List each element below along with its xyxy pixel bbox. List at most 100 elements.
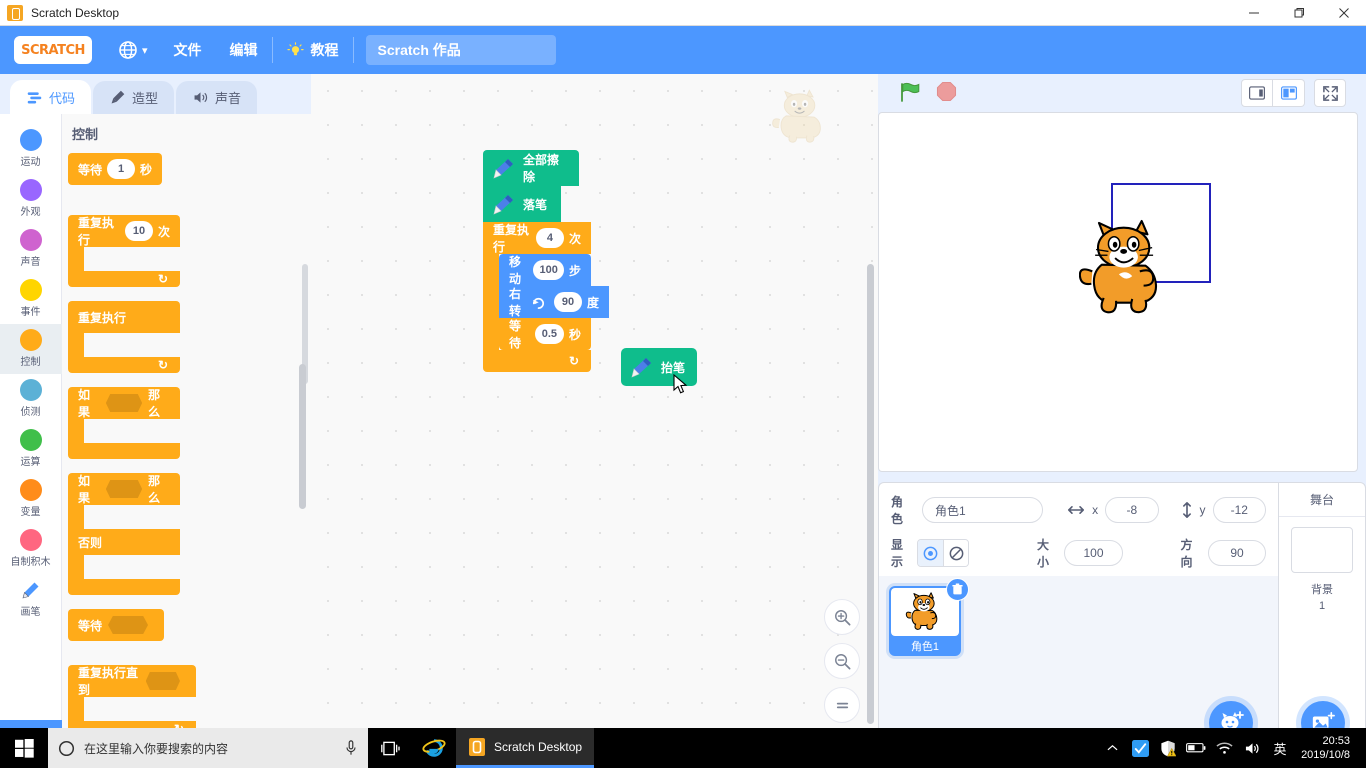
sidebar-item-looks[interactable]: 外观 [0, 174, 62, 224]
block-header[interactable]: 重复执行 4 次 [483, 222, 591, 254]
taskbar-app-internet-explorer[interactable] [412, 728, 456, 768]
eye-visible-icon[interactable] [918, 540, 944, 566]
block-prefix: 等待 [509, 319, 522, 350]
visibility-toggle [917, 539, 969, 567]
large-stage-icon[interactable] [1273, 79, 1305, 107]
sprite-name-input[interactable]: 角色1 [921, 497, 1044, 523]
wifi-icon[interactable] [1211, 728, 1237, 768]
block-input-value[interactable]: 4 [535, 228, 564, 248]
code-workspace[interactable]: 全部擦除 落笔 重复执行 4 次 移动 100 步 右转 90 度 等待 0.5… [311, 74, 878, 768]
block-input-value[interactable]: 100 [533, 260, 564, 280]
boolean-input-slot[interactable] [105, 480, 143, 498]
block-input-value[interactable]: 10 [124, 221, 153, 241]
eye-hidden-icon[interactable] [943, 540, 968, 566]
block-header[interactable]: 如果 那么 [68, 473, 180, 505]
block-input-value[interactable]: 0.5 [534, 324, 564, 344]
palette-block-forever[interactable]: 重复执行 ↻ [68, 301, 180, 373]
sidebar-item-variables[interactable]: 变量 [0, 474, 62, 524]
workspace-vertical-scrollbar[interactable] [867, 264, 874, 724]
security-warning-icon[interactable] [1155, 728, 1181, 768]
minimize-button[interactable] [1231, 0, 1276, 26]
taskbar-clock[interactable]: 20:53 2019/10/8 [1295, 734, 1360, 762]
language-menu[interactable]: ▾ [106, 26, 160, 74]
task-view-icon[interactable] [368, 728, 412, 768]
sidebar-item-operators[interactable]: 运算 [0, 424, 62, 474]
windows-start-icon[interactable] [0, 728, 48, 768]
fullscreen-icon[interactable] [1314, 79, 1346, 107]
block-palette[interactable]: 控制 等待 1 秒 重复执行 10 次 ↻ 重复执行 ↻ 如果 那么 如果 那么… [62, 114, 311, 768]
volume-icon[interactable] [1239, 728, 1265, 768]
battery-icon[interactable] [1183, 728, 1209, 768]
sidebar-item-my-blocks[interactable]: 自制积木 [0, 524, 62, 574]
sidebar-item-control[interactable]: 控制 [0, 324, 62, 374]
sidebar-item-sensing[interactable]: 侦测 [0, 374, 62, 424]
palette-block-repeat-times[interactable]: 重复执行 10 次 ↻ [68, 215, 180, 287]
green-flag-icon[interactable] [898, 81, 920, 106]
block-pen-erase-all[interactable]: 全部擦除 [483, 150, 579, 186]
boolean-input-slot[interactable] [145, 672, 180, 690]
block-header[interactable]: 重复执行 [68, 301, 180, 333]
stage-canvas[interactable] [878, 112, 1358, 472]
scratch-logo[interactable]: SCRATCH [14, 36, 92, 64]
scratch-app-icon [7, 4, 23, 21]
project-name-field[interactable]: Scratch 作品 [365, 35, 556, 65]
tab-sounds-label: 声音 [215, 91, 242, 106]
block-pen-up[interactable]: 抬笔 [621, 348, 697, 394]
menu-tutorials[interactable]: 教程 [273, 26, 353, 74]
size-input[interactable]: 100 [1064, 540, 1123, 566]
palette-block-repeat-until[interactable]: 重复执行直到 ↻ [68, 665, 196, 737]
block-header[interactable]: 重复执行 10 次 [68, 215, 180, 247]
block-input-value[interactable]: 1 [107, 159, 136, 179]
menu-edit[interactable]: 编辑 [216, 26, 272, 74]
direction-input[interactable]: 90 [1207, 540, 1267, 566]
sidebar-item-pen[interactable]: 画笔 [0, 574, 62, 624]
system-tray: 英 20:53 2019/10/8 [1099, 728, 1366, 768]
palette-block-if-then-else[interactable]: 如果 那么 否则 [68, 473, 180, 595]
show-hidden-icons-icon[interactable] [1099, 728, 1125, 768]
backdrop-thumbnail[interactable] [1291, 527, 1353, 573]
close-button[interactable] [1321, 0, 1366, 26]
pen-icon [493, 157, 515, 179]
block-move-steps[interactable]: 移动 100 步 [499, 254, 591, 286]
menu-file[interactable]: 文件 [160, 26, 216, 74]
sidebar-item-events[interactable]: 事件 [0, 274, 62, 324]
palette-block-if-then[interactable]: 如果 那么 [68, 387, 180, 459]
tab-costumes[interactable]: 造型 [93, 81, 175, 114]
script-stack[interactable]: 全部擦除 落笔 重复执行 4 次 移动 100 步 右转 90 度 等待 0.5… [483, 150, 609, 372]
language-icon[interactable]: 英 [1267, 728, 1293, 768]
block-pen-down[interactable]: 落笔 [483, 186, 561, 222]
block-suffix: 那么 [148, 388, 161, 419]
zoom-in-icon[interactable] [824, 599, 860, 635]
sogou-input-icon[interactable] [1127, 728, 1153, 768]
sprite-scratch-cat[interactable] [1078, 219, 1174, 322]
y-input[interactable]: -12 [1212, 497, 1266, 523]
block-category-list: 运动 外观 声音 事件 控制 侦测 运算 变量 自制积木 画笔 [0, 114, 62, 768]
sidebar-item-motion[interactable]: 运动 [0, 124, 62, 174]
block-turn-right-degrees[interactable]: 右转 90 度 [499, 286, 609, 318]
block-repeat-times[interactable]: 重复执行 4 次 移动 100 步 右转 90 度 等待 0.5 秒 ↻ [483, 222, 609, 372]
palette-block-wait-seconds[interactable]: 等待 1 秒 [68, 153, 163, 185]
block-prefix: 重复执行 [78, 216, 115, 247]
tab-code[interactable]: 代码 [10, 80, 92, 114]
block-input-value[interactable]: 90 [553, 292, 582, 312]
small-stage-icon[interactable] [1241, 79, 1273, 107]
zoom-reset-icon[interactable] [824, 687, 860, 723]
zoom-out-icon[interactable] [824, 643, 860, 679]
block-suffix: 步 [568, 263, 581, 278]
maximize-button[interactable] [1276, 0, 1321, 26]
boolean-input-slot[interactable] [108, 616, 149, 634]
stop-icon[interactable] [936, 81, 957, 105]
tab-sounds[interactable]: 声音 [176, 81, 258, 114]
block-header[interactable]: 如果 那么 [68, 387, 180, 419]
sprite-card-1[interactable]: 角色1 [889, 578, 969, 656]
boolean-input-slot[interactable] [105, 394, 143, 412]
x-input[interactable]: -8 [1105, 497, 1159, 523]
block-header[interactable]: 重复执行直到 [68, 665, 196, 697]
block-wait-seconds[interactable]: 等待 0.5 秒 [499, 318, 591, 350]
taskbar-app-scratch-desktop[interactable]: Scratch Desktop [456, 728, 595, 768]
trash-icon[interactable] [946, 578, 969, 601]
search-input[interactable]: 在这里输入你要搜索的内容 [48, 728, 368, 768]
palette-vertical-scrollbar[interactable] [299, 364, 306, 509]
sidebar-item-sound[interactable]: 声音 [0, 224, 62, 274]
palette-block-wait-until[interactable]: 等待 [68, 609, 165, 641]
